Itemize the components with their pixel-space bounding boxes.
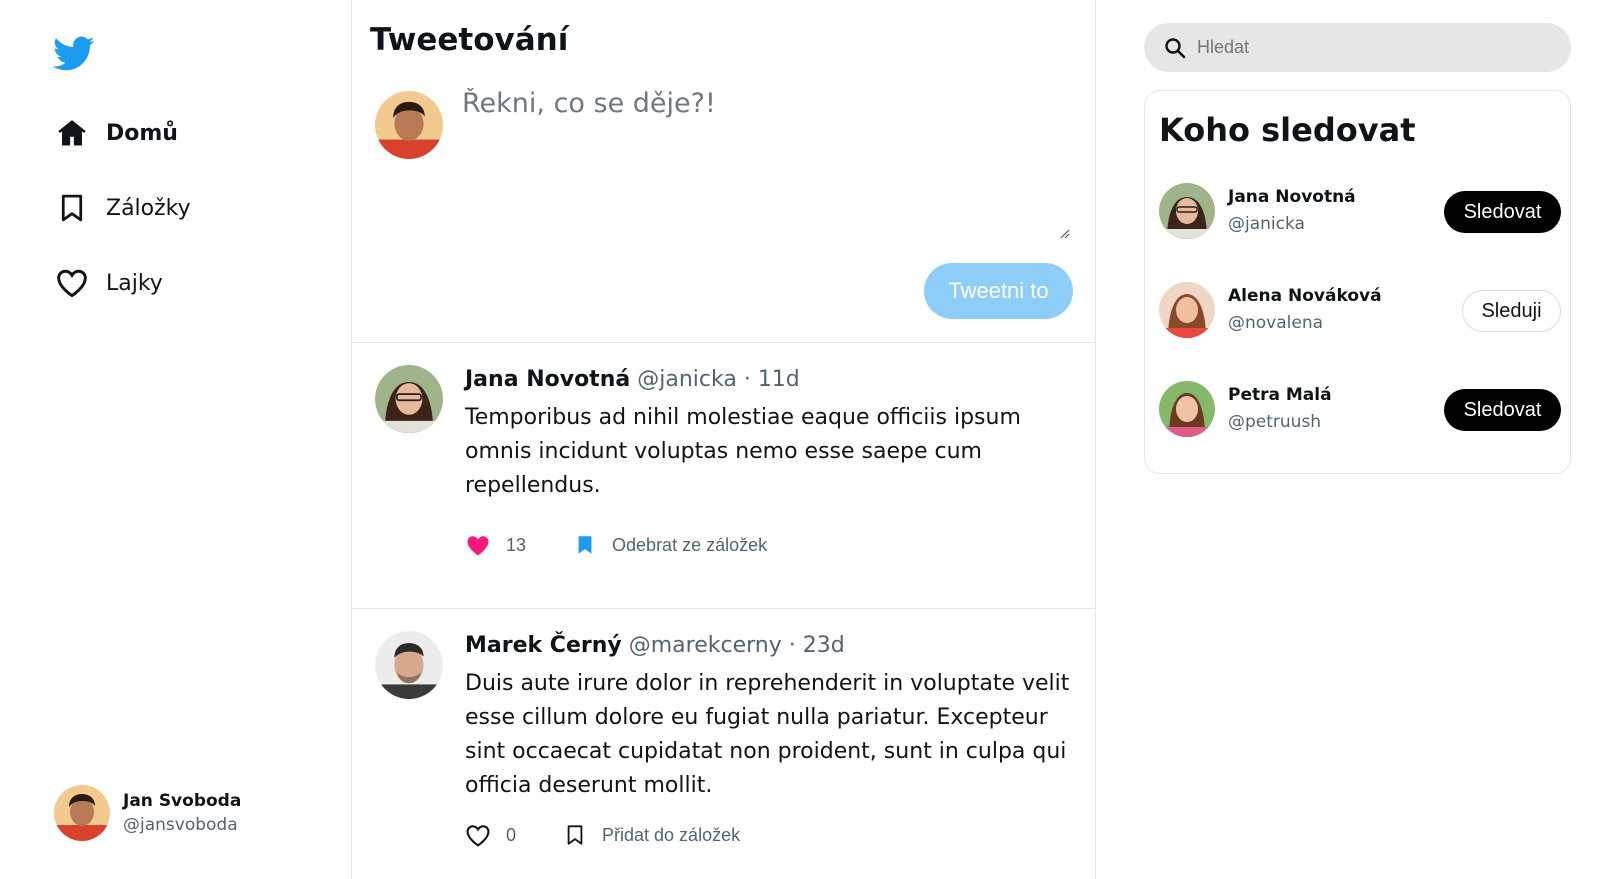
heart-icon	[54, 265, 90, 301]
avatar	[375, 91, 443, 159]
avatar[interactable]	[1159, 183, 1215, 239]
bookmark-label: Přidat do záložek	[602, 824, 741, 845]
avatar[interactable]	[375, 365, 443, 433]
nav-label-likes: Lajky	[106, 270, 163, 296]
suggestion-name[interactable]: Jana Novotná	[1228, 187, 1356, 207]
who-to-follow-title: Koho sledovat	[1159, 111, 1416, 149]
tweet-header: Marek Černý @marekcerny · 23d	[465, 633, 845, 658]
main-feed: Tweetování Tweetni to Jana Novotná @jani…	[352, 0, 1096, 879]
bookmark-icon	[54, 190, 90, 226]
search-input[interactable]	[1197, 37, 1557, 58]
avatar[interactable]	[1159, 282, 1215, 338]
heart-filled-icon	[465, 534, 491, 557]
tweet-actions: 13 Odebrat ze záložek	[465, 532, 767, 558]
tweet-submit-button[interactable]: Tweetni to	[924, 263, 1073, 319]
tweet-author-name[interactable]: Jana Novotná	[465, 367, 630, 392]
current-user-name: Jan Svoboda	[123, 791, 242, 811]
search-icon	[1163, 36, 1187, 60]
compose-textarea[interactable]	[462, 88, 1070, 238]
tweet-author-name[interactable]: Marek Černý	[465, 633, 622, 658]
nav-label-bookmarks: Záložky	[106, 195, 191, 221]
tweet-separator: ·	[743, 367, 751, 392]
tweet-author-handle[interactable]: @marekcerny	[629, 633, 782, 658]
tweet-age: 11d	[757, 367, 800, 392]
tweet-author-handle[interactable]: @janicka	[637, 367, 737, 392]
avatar[interactable]	[1159, 381, 1215, 437]
follow-button[interactable]: Sledovat	[1444, 389, 1561, 431]
nav-item-likes[interactable]: Lajky	[54, 263, 163, 303]
search-bar[interactable]	[1144, 23, 1571, 72]
avatar	[54, 785, 110, 841]
bookmark-toggle-button[interactable]: Odebrat ze záložek	[574, 532, 767, 558]
like-button[interactable]: 13	[465, 534, 526, 557]
bookmark-label: Odebrat ze záložek	[612, 534, 768, 555]
tweet-card: Jana Novotná @janicka · 11d Temporibus a…	[352, 343, 1096, 607]
nav-item-bookmarks[interactable]: Záložky	[54, 188, 191, 228]
heart-icon	[465, 824, 491, 847]
page-title: Tweetování	[370, 22, 569, 58]
tweet-text: Temporibus ad nihil molestiae eaque offi…	[465, 405, 1021, 498]
tweet-separator: ·	[788, 633, 796, 658]
avatar[interactable]	[375, 631, 443, 699]
follow-suggestion-row: Petra Malá @petruush Sledovat	[1159, 381, 1561, 441]
tweet-card: Marek Černý @marekcerny · 23d Duis aute …	[352, 609, 1096, 879]
follow-suggestion-row: Jana Novotná @janicka Sledovat	[1159, 183, 1561, 243]
suggestion-name[interactable]: Petra Malá	[1228, 385, 1332, 405]
bookmark-icon	[564, 822, 586, 848]
current-user-handle: @jansvoboda	[123, 815, 238, 835]
follow-suggestion-row: Alena Nováková @novalena Sleduji	[1159, 282, 1561, 342]
tweet-age: 23d	[802, 633, 845, 658]
bookmark-filled-icon	[574, 532, 596, 558]
tweet-header: Jana Novotná @janicka · 11d	[465, 367, 800, 392]
nav-item-home[interactable]: Domů	[54, 113, 178, 153]
tweet-actions: 0 Přidat do záložek	[465, 822, 740, 848]
suggestion-handle: @janicka	[1228, 214, 1305, 234]
suggestion-name[interactable]: Alena Nováková	[1228, 286, 1382, 306]
like-count: 13	[506, 534, 527, 555]
current-user-card[interactable]: Jan Svoboda @jansvoboda	[54, 785, 241, 841]
resize-grip-icon[interactable]	[1058, 224, 1070, 239]
like-count: 0	[506, 824, 517, 845]
home-icon	[54, 115, 90, 151]
follow-button[interactable]: Sledovat	[1444, 191, 1561, 233]
suggestion-handle: @novalena	[1228, 313, 1324, 333]
bookmark-toggle-button[interactable]: Přidat do záložek	[564, 822, 740, 848]
twitter-bird-icon[interactable]	[53, 36, 95, 72]
following-button[interactable]: Sleduji	[1462, 290, 1561, 332]
who-to-follow-card: Koho sledovat Jana Novotná @janicka Sled…	[1144, 90, 1571, 474]
tweet-text: Duis aute irure dolor in reprehenderit i…	[465, 671, 1070, 798]
left-sidebar: Domů Záložky Lajky Jan Svoboda @jansvobo…	[0, 0, 352, 879]
suggestion-handle: @petruush	[1228, 412, 1322, 432]
nav-label-home: Domů	[106, 120, 178, 146]
like-button[interactable]: 0	[465, 824, 516, 847]
